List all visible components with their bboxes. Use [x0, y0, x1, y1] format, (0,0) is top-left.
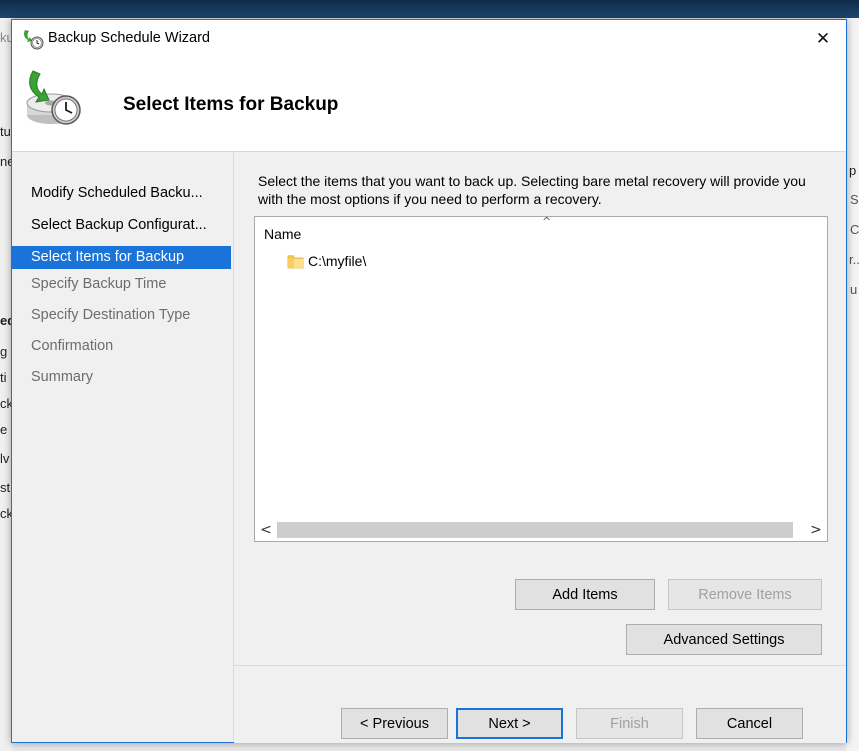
background-text: C — [850, 222, 859, 237]
scroll-right-icon[interactable]: > — [806, 519, 826, 541]
background-text: tu — [0, 124, 11, 139]
nav-step-specify-backup-time: Specify Backup Time — [31, 276, 167, 292]
scroll-left-icon[interactable]: < — [256, 519, 276, 541]
backup-app-icon — [21, 28, 45, 50]
folder-icon — [287, 253, 304, 269]
add-items-button[interactable]: Add Items — [515, 579, 655, 610]
wizard-footer: < Previous Next > Finish Cancel — [234, 665, 846, 743]
title-bar[interactable]: Backup Schedule Wizard ✕ — [12, 20, 846, 57]
background-text: ti — [0, 370, 7, 385]
list-item-label: C:\myfile\ — [308, 253, 367, 269]
close-button[interactable]: ✕ — [800, 20, 846, 57]
background-text: u — [850, 282, 858, 297]
finish-button[interactable]: Finish — [576, 708, 683, 739]
wizard-header: Select Items for Backup — [12, 57, 846, 152]
backup-schedule-wizard-window: Backup Schedule Wizard ✕ Select Items fo… — [11, 19, 847, 743]
advanced-settings-button[interactable]: Advanced Settings — [626, 624, 822, 655]
previous-button[interactable]: < Previous — [341, 708, 448, 739]
list-item[interactable]: C:\myfile\ — [287, 251, 366, 271]
close-icon: ✕ — [815, 28, 831, 49]
nav-step-select-backup-configuration[interactable]: Select Backup Configurat... — [12, 214, 231, 237]
background-text: e — [0, 422, 8, 437]
wizard-steps-nav: Modify Scheduled Backu... Select Backup … — [12, 152, 234, 742]
sort-ascending-icon: ^ — [542, 215, 552, 228]
nav-step-modify-scheduled-backup[interactable]: Modify Scheduled Backu... — [12, 182, 231, 205]
background-text: p — [849, 163, 857, 178]
instructions-text: Select the items that you want to back u… — [258, 173, 806, 207]
backup-items-list[interactable]: ^ Name C:\myfile\ < > — [254, 215, 828, 542]
window-title: Backup Schedule Wizard — [48, 30, 210, 46]
column-header-name[interactable]: Name — [264, 226, 301, 242]
background-window-right — [846, 18, 859, 751]
background-text: lv — [0, 451, 10, 466]
nav-step-specify-destination-type: Specify Destination Type — [31, 307, 191, 323]
page-title: Select Items for Backup — [123, 94, 339, 115]
remove-items-button[interactable]: Remove Items — [668, 579, 822, 610]
background-text: g — [0, 344, 8, 359]
background-text: st — [0, 480, 11, 495]
background-text: S — [850, 192, 859, 207]
nav-step-summary: Summary — [31, 369, 94, 385]
scrollbar-thumb[interactable] — [277, 522, 793, 538]
wizard-content: Select the items that you want to back u… — [234, 152, 846, 665]
cancel-button[interactable]: Cancel — [696, 708, 803, 739]
horizontal-scrollbar[interactable]: < > — [255, 519, 827, 541]
nav-step-select-items-for-backup[interactable]: Select Items for Backup — [12, 246, 231, 269]
next-button[interactable]: Next > — [456, 708, 563, 739]
backup-schedule-icon — [23, 69, 87, 131]
nav-step-confirmation: Confirmation — [31, 338, 114, 354]
background-text: r.. — [849, 252, 859, 267]
